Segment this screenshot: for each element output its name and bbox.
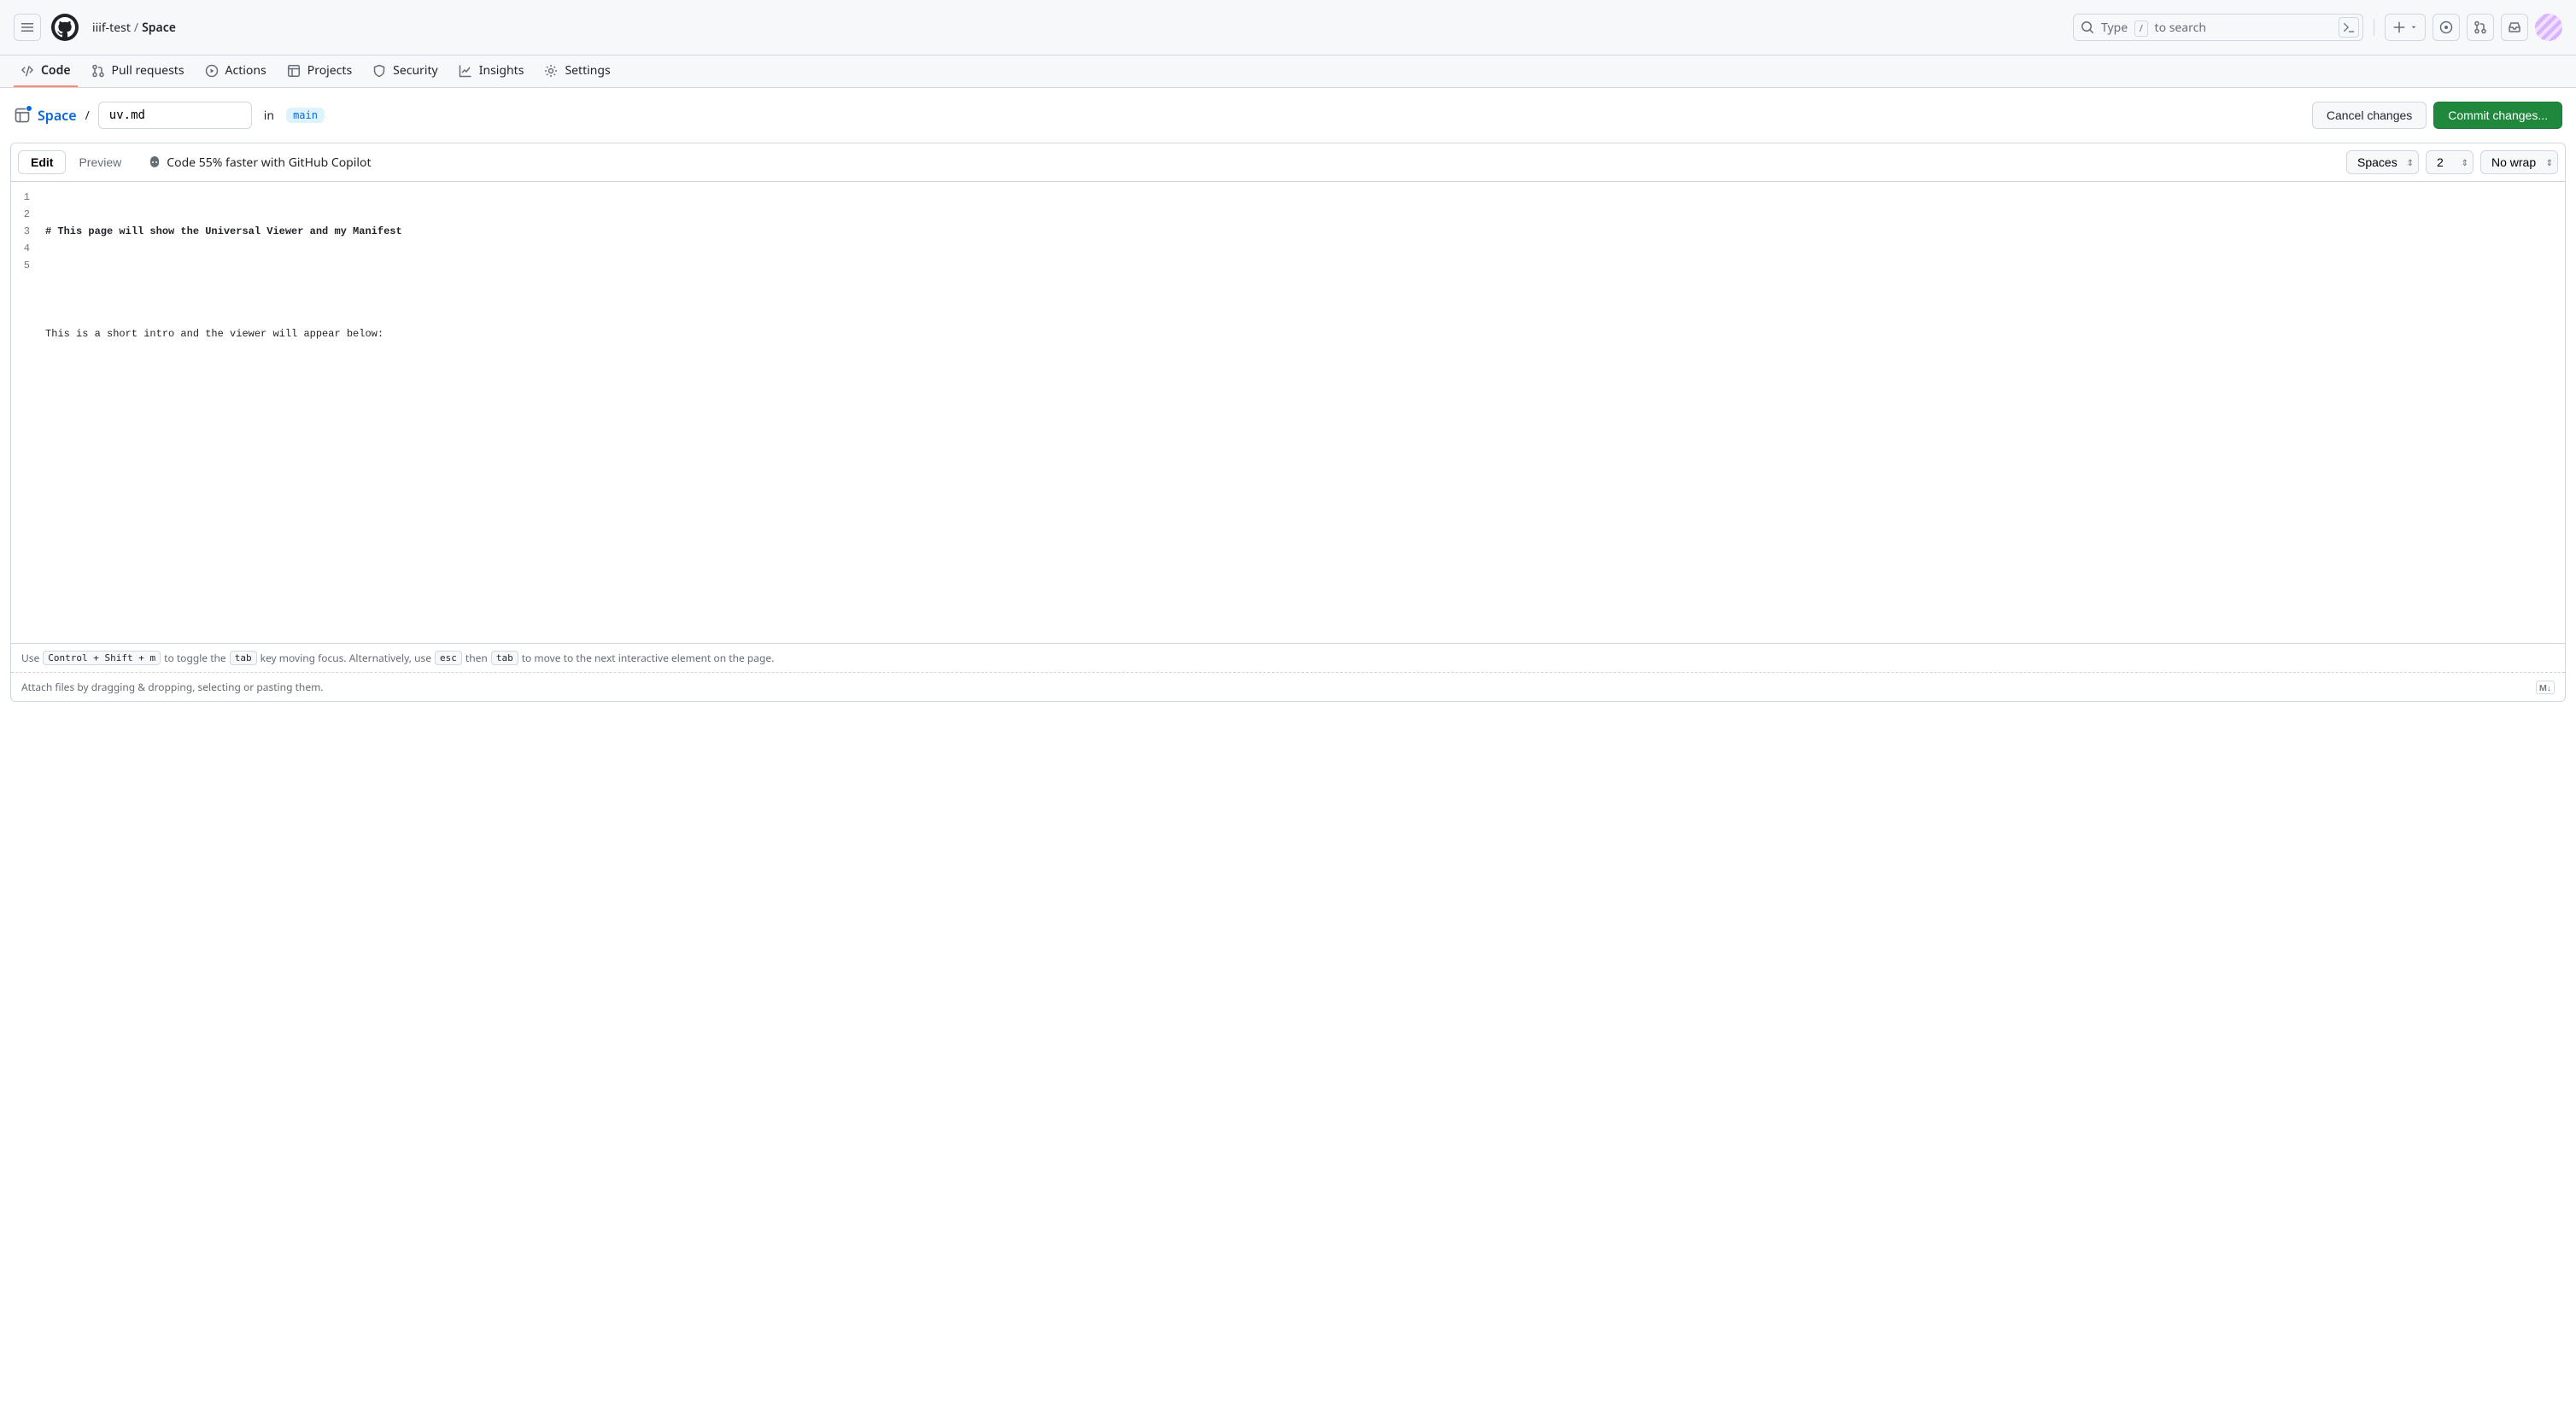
play-icon <box>205 64 219 78</box>
line-number: 3 <box>11 223 37 240</box>
code-lines[interactable]: # This page will show the Universal View… <box>45 182 2565 643</box>
attach-hint-text: Attach files by dragging & dropping, sel… <box>21 680 324 694</box>
issues-button[interactable] <box>2433 14 2460 41</box>
user-avatar[interactable] <box>2535 14 2562 41</box>
github-logo-icon <box>55 17 75 38</box>
code-icon <box>20 64 34 78</box>
issue-icon <box>2439 20 2453 34</box>
nav-code[interactable]: Code <box>14 56 78 87</box>
file-header-actions: Cancel changes Commit changes... <box>2312 102 2562 129</box>
wrap-mode-select[interactable]: No wrap <box>2480 150 2558 174</box>
unsaved-dot-icon <box>26 105 32 112</box>
pull-requests-button[interactable] <box>2467 14 2494 41</box>
repo-nav: Code Pull requests Actions Projects Secu… <box>0 56 2576 88</box>
markdown-badge[interactable]: M↓ <box>2536 681 2555 694</box>
nav-security-label: Security <box>393 62 438 79</box>
line-gutter: 1 2 3 4 5 <box>11 182 45 643</box>
kbd-tab: tab <box>230 651 257 665</box>
attach-hint[interactable]: Attach files by dragging & dropping, sel… <box>11 672 2565 701</box>
search-icon <box>2081 20 2094 34</box>
branch-badge[interactable]: main <box>286 108 325 123</box>
path-separator: / <box>85 108 90 124</box>
file-header: Space / in main Cancel changes Commit ch… <box>0 88 2576 143</box>
code-line <box>45 377 2565 394</box>
create-new-button[interactable] <box>2385 14 2426 41</box>
line-number: 5 <box>11 257 37 274</box>
breadcrumb-separator: / <box>134 20 138 36</box>
table-icon <box>287 64 301 78</box>
editor-tabs: Edit Preview <box>18 150 134 174</box>
indent-mode-select[interactable]: Spaces <box>2346 150 2419 174</box>
line-number: 4 <box>11 240 37 257</box>
pull-request-icon <box>91 64 105 78</box>
gear-icon <box>544 64 558 78</box>
line-number: 2 <box>11 206 37 223</box>
edit-tab[interactable]: Edit <box>18 150 66 174</box>
shield-icon <box>372 64 386 78</box>
command-palette-icon[interactable] <box>2339 17 2359 38</box>
graph-icon <box>459 64 472 78</box>
keyboard-hint: Use Control + Shift + m to toggle the ta… <box>11 643 2565 672</box>
copilot-hint-text: Code 55% faster with GitHub Copilot <box>167 155 371 171</box>
cancel-changes-button[interactable]: Cancel changes <box>2312 102 2427 129</box>
caret-down-icon <box>2409 23 2418 32</box>
nav-pull-requests[interactable]: Pull requests <box>85 56 191 87</box>
code-line <box>45 274 2565 291</box>
nav-settings[interactable]: Settings <box>537 56 617 87</box>
code-line: This is a short intro and the viewer wil… <box>45 325 2565 342</box>
breadcrumb-repo[interactable]: Space <box>142 20 176 36</box>
file-icon-wrap <box>14 107 31 124</box>
header-right: Type / to search <box>2073 14 2562 41</box>
kbd-tab: tab <box>491 651 518 665</box>
breadcrumb-owner[interactable]: iiif-test <box>92 20 131 36</box>
toolbar-right: Spaces ⇕ 2 ⇕ No wrap ⇕ <box>2346 150 2558 174</box>
global-header: iiif-test / Space Type / to search <box>0 0 2576 56</box>
nav-insights[interactable]: Insights <box>452 56 531 87</box>
nav-projects[interactable]: Projects <box>280 56 359 87</box>
search-placeholder: Type / to search <box>2101 20 2356 36</box>
editor-toolbar: Edit Preview Code 55% faster with GitHub… <box>11 143 2565 182</box>
filename-input[interactable] <box>98 102 252 129</box>
line-number: 1 <box>11 189 37 206</box>
nav-actions[interactable]: Actions <box>198 56 273 87</box>
notifications-button[interactable] <box>2501 14 2528 41</box>
copilot-icon <box>148 155 161 169</box>
nav-insights-label: Insights <box>479 62 524 79</box>
kbd-toggle: Control + Shift + m <box>43 651 161 665</box>
commit-changes-button[interactable]: Commit changes... <box>2433 102 2562 129</box>
code-editor[interactable]: 1 2 3 4 5 # This page will show the Univ… <box>11 182 2565 643</box>
search-bar[interactable]: Type / to search <box>2073 14 2363 41</box>
nav-code-label: Code <box>41 62 71 79</box>
code-line: # This page will show the Universal View… <box>45 223 2565 240</box>
indent-size-select[interactable]: 2 <box>2426 150 2474 174</box>
in-label: in <box>264 108 274 124</box>
nav-pr-label: Pull requests <box>112 62 184 79</box>
inbox-icon <box>2508 20 2521 34</box>
preview-tab[interactable]: Preview <box>66 150 134 174</box>
file-repo-link[interactable]: Space <box>38 106 77 125</box>
hamburger-menu-button[interactable] <box>14 14 41 41</box>
hamburger-icon <box>20 20 34 34</box>
plus-icon <box>2392 20 2406 34</box>
code-line <box>45 428 2565 445</box>
nav-actions-label: Actions <box>225 62 266 79</box>
nav-settings-label: Settings <box>565 62 610 79</box>
pull-request-icon <box>2474 20 2487 34</box>
github-logo[interactable] <box>51 14 79 41</box>
editor-container: Edit Preview Code 55% faster with GitHub… <box>10 143 2566 702</box>
nav-projects-label: Projects <box>307 62 352 79</box>
nav-security[interactable]: Security <box>366 56 445 87</box>
copilot-hint[interactable]: Code 55% faster with GitHub Copilot <box>148 155 371 171</box>
breadcrumb: iiif-test / Space <box>92 20 176 36</box>
kbd-esc: esc <box>435 651 462 665</box>
